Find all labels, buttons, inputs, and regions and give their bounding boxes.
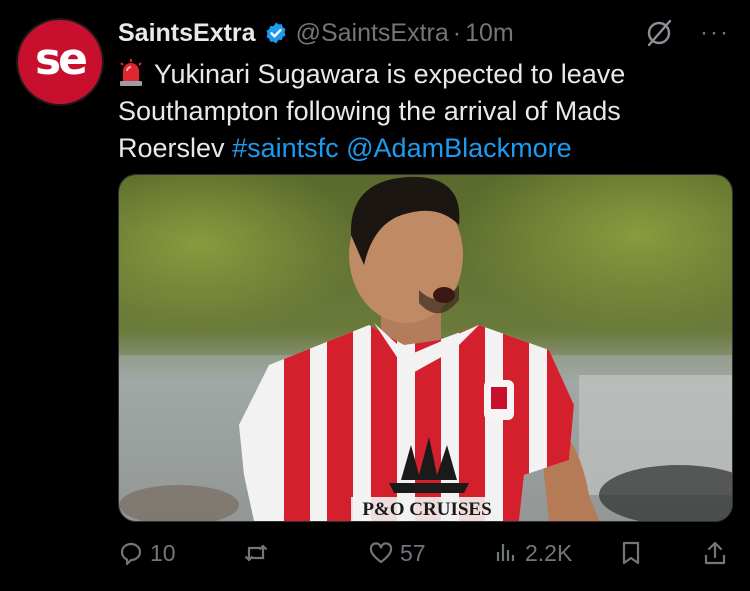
avatar-text: se — [34, 33, 88, 85]
verified-badge-icon[interactable] — [264, 21, 288, 45]
more-icon[interactable]: ··· — [700, 19, 730, 47]
mention-link[interactable]: @AdamBlackmore — [346, 133, 571, 163]
hashtag-link[interactable]: #saintsfc — [232, 133, 339, 163]
share-icon — [704, 541, 726, 565]
analytics-icon — [496, 544, 515, 561]
views-count: 2.2K — [525, 539, 573, 566]
avatar[interactable]: se — [18, 20, 102, 104]
tweet-photo[interactable]: P&O CRUISES — [118, 174, 733, 522]
display-name[interactable]: SaintsExtra — [118, 19, 256, 48]
heart-icon — [369, 542, 393, 564]
shirt-sponsor-text: P&O CRUISES — [362, 499, 491, 520]
handle[interactable]: @SaintsExtra — [296, 19, 449, 48]
tweet-header: SaintsExtra @SaintsExtra · 10m ··· — [118, 16, 730, 50]
bookmark-button[interactable] — [618, 540, 644, 566]
grok-icon[interactable] — [644, 18, 674, 48]
retweet-button[interactable] — [243, 540, 275, 566]
siren-emoji-icon — [118, 59, 144, 87]
like-button[interactable]: 57 — [368, 540, 426, 567]
reply-count: 10 — [150, 539, 176, 566]
views-button[interactable]: 2.2K — [493, 540, 572, 567]
like-count: 57 — [400, 539, 426, 566]
reply-button[interactable]: 10 — [118, 540, 176, 567]
action-bar: 10 57 2.2K — [118, 536, 730, 570]
share-button[interactable] — [702, 540, 728, 566]
reply-icon — [120, 542, 142, 566]
tweet-text: Yukinari Sugawara is expected to leave S… — [118, 56, 718, 167]
bookmark-icon — [622, 541, 640, 565]
retweet-icon — [244, 544, 268, 562]
timestamp[interactable]: 10m — [465, 19, 514, 48]
separator: · — [452, 18, 462, 47]
